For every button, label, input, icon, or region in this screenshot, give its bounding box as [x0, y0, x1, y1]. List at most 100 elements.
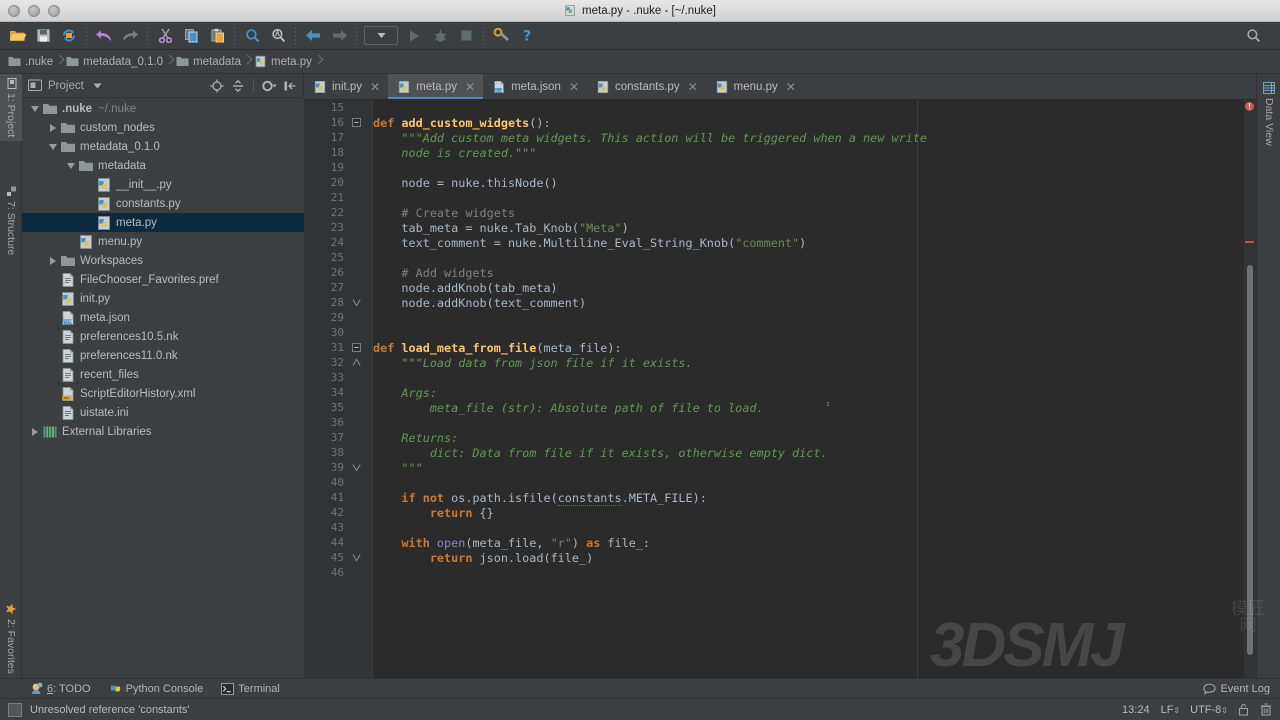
status-line-separator[interactable]: LF⇳ [1161, 704, 1180, 716]
tree-item[interactable]: constants.py [22, 194, 304, 213]
close-button[interactable] [8, 5, 20, 17]
error-stripe[interactable]: ! [1244, 100, 1256, 678]
tree-item[interactable]: Workspaces [22, 251, 304, 270]
breadcrumb: .nuke metadata_0.1.0 metadata meta.py [0, 50, 1280, 74]
debug-icon[interactable] [427, 24, 453, 48]
close-icon[interactable]: ✕ [569, 81, 579, 93]
copy-icon[interactable] [178, 24, 204, 48]
sidebar-item-favorites[interactable]: 2: Favorites [0, 599, 22, 678]
close-icon[interactable]: ✕ [786, 81, 796, 93]
breadcrumb-separator-icon [165, 51, 174, 73]
tree-item[interactable]: preferences11.0.nk [22, 346, 304, 365]
breadcrumb-item-nuke[interactable]: .nuke [6, 51, 55, 73]
tree-expand-arrow-icon[interactable] [46, 118, 60, 137]
python-file-icon [597, 80, 609, 93]
close-icon[interactable]: ✕ [370, 81, 380, 93]
tree-item[interactable]: preferences10.5.nk [22, 327, 304, 346]
open-folder-icon[interactable] [4, 24, 30, 48]
replace-icon[interactable] [265, 24, 291, 48]
structure-icon [6, 186, 16, 196]
trash-icon[interactable] [1260, 703, 1272, 716]
status-toggle-icon[interactable] [8, 702, 22, 717]
find-icon[interactable] [239, 24, 265, 48]
close-icon[interactable]: ✕ [688, 81, 698, 93]
fold-expanded-icon[interactable] [350, 340, 373, 355]
tree-item[interactable]: init.py [22, 289, 304, 308]
tree-item[interactable]: FileChooser_Favorites.pref [22, 270, 304, 289]
zoom-button[interactable] [48, 5, 60, 17]
chevron-down-icon[interactable] [93, 83, 102, 89]
breadcrumb-item-metadata-version[interactable]: metadata_0.1.0 [64, 51, 165, 73]
status-encoding[interactable]: UTF-8⇳ [1190, 704, 1228, 716]
tool-window-terminal[interactable]: Terminal [221, 682, 280, 695]
tool-window-todo[interactable]: 6: TODO [30, 682, 91, 695]
editor-tab-bar[interactable]: init.py ✕ meta.py ✕ JSON meta.json ✕ constants.… [304, 74, 1256, 100]
editor-scrollbar-thumb[interactable] [1247, 265, 1253, 655]
tree-item[interactable]: menu.py [22, 232, 304, 251]
save-all-icon[interactable] [30, 24, 56, 48]
code-editor[interactable]: 15 16 def add_custom_widgets(): 17 """Add c… [304, 100, 1256, 678]
tree-item[interactable]: __init__.py [22, 175, 304, 194]
error-stripe-marker[interactable] [1245, 241, 1254, 243]
stop-icon[interactable] [453, 24, 479, 48]
tree-expand-arrow-icon[interactable] [28, 422, 42, 441]
run-icon[interactable] [401, 24, 427, 48]
redo-icon[interactable] [117, 24, 143, 48]
breadcrumb-item-metadata[interactable]: metadata [174, 51, 243, 73]
run-config-dropdown[interactable] [364, 26, 398, 45]
sync-icon[interactable] [56, 24, 82, 48]
window-traffic-lights[interactable] [8, 5, 60, 17]
search-everywhere-icon[interactable] [1240, 24, 1266, 48]
editor-tab[interactable]: menu.py ✕ [706, 74, 804, 99]
fold-end-icon[interactable] [350, 295, 373, 310]
fold-end-icon[interactable] [350, 550, 373, 565]
lock-icon[interactable] [1238, 703, 1249, 716]
fold-end-icon[interactable] [350, 460, 373, 475]
error-count-badge[interactable]: ! [1245, 102, 1254, 111]
tree-expand-arrow-icon[interactable] [46, 251, 60, 270]
tool-window-python-console[interactable]: Python Console [109, 682, 203, 695]
hide-panel-icon[interactable] [281, 77, 299, 95]
tree-item[interactable]: <> ScriptEditorHistory.xml [22, 384, 304, 403]
panel-settings-gear-icon[interactable] [260, 77, 278, 95]
cut-icon[interactable] [152, 24, 178, 48]
editor-tab[interactable]: init.py ✕ [304, 74, 388, 99]
minimize-button[interactable] [28, 5, 40, 17]
close-icon[interactable]: ✕ [465, 81, 475, 93]
tree-collapse-arrow-icon[interactable] [46, 137, 60, 156]
tree-item[interactable]: uistate.ini [22, 403, 304, 422]
tree-item[interactable]: metadata_0.1.0 [22, 137, 304, 156]
tree-item[interactable]: .nuke ~/.nuke [22, 99, 304, 118]
python-file-icon [314, 80, 326, 93]
undo-icon[interactable] [91, 24, 117, 48]
back-icon[interactable] [300, 24, 326, 48]
locate-target-icon[interactable] [208, 77, 226, 95]
tree-collapse-arrow-icon[interactable] [64, 156, 78, 175]
help-icon[interactable]: ? [514, 24, 540, 48]
tree-item[interactable]: meta.py [22, 213, 304, 232]
sidebar-item-structure[interactable]: 7: Structure [0, 182, 22, 259]
project-tree[interactable]: .nuke ~/.nuke custom_nodes metadata_0.1.0 me… [22, 99, 304, 678]
breadcrumb-item-metapy[interactable]: meta.py [252, 51, 314, 73]
tree-item[interactable]: custom_nodes [22, 118, 304, 137]
editor-tab[interactable]: JSON meta.json ✕ [483, 74, 587, 99]
tree-collapse-arrow-icon[interactable] [28, 99, 42, 118]
settings-icon[interactable] [488, 24, 514, 48]
paste-icon[interactable] [204, 24, 230, 48]
fold-gutter-cell [350, 235, 373, 250]
tree-item[interactable]: JSON meta.json [22, 308, 304, 327]
sidebar-item-data-view[interactable]: Data View [1257, 78, 1280, 150]
editor-tab[interactable]: meta.py ✕ [388, 74, 484, 99]
fold-expanded-icon[interactable] [350, 355, 373, 370]
event-log-button[interactable]: Event Log [1203, 683, 1270, 695]
sidebar-item-project[interactable]: 1: Project [0, 74, 22, 142]
tree-item[interactable]: External Libraries [22, 422, 304, 441]
line-number: 26 [330, 266, 344, 279]
editor-tab[interactable]: constants.py ✕ [587, 74, 706, 99]
collapse-all-icon[interactable] [229, 77, 247, 95]
fold-expanded-icon[interactable] [350, 115, 373, 130]
tree-arrow-placeholder [82, 213, 96, 232]
tree-item[interactable]: metadata [22, 156, 304, 175]
forward-icon[interactable] [326, 24, 352, 48]
tree-item[interactable]: recent_files [22, 365, 304, 384]
